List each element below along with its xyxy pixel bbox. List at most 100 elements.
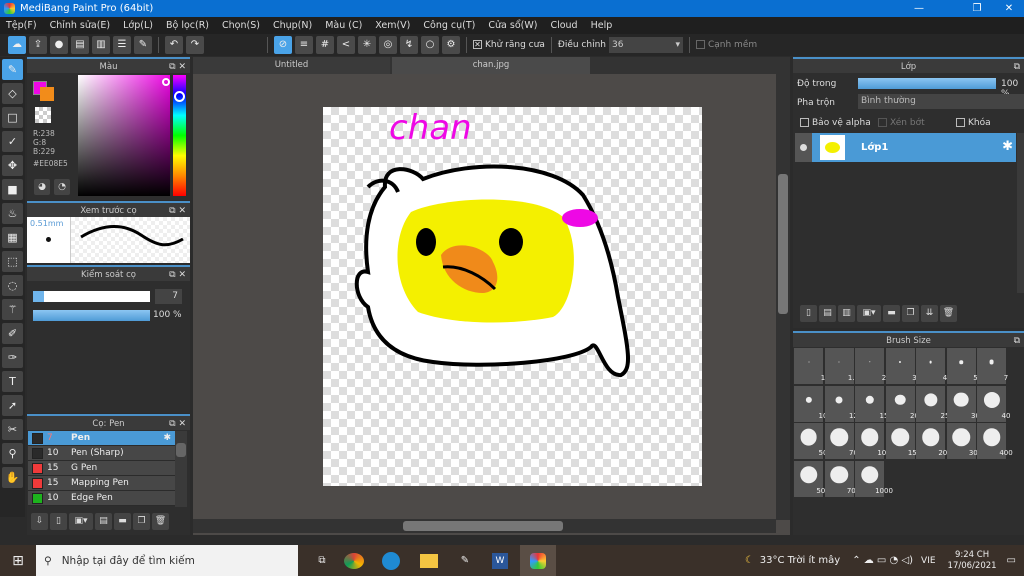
brush-size-option[interactable]: 50 [794,423,827,459]
operation-tool-icon[interactable]: ➚ [2,395,23,416]
brush-size-option[interactable]: 300 [946,423,982,459]
brush-list-scrollbar[interactable] [175,431,187,507]
minimize-button[interactable]: — [904,0,934,17]
vertical-scrollbar[interactable] [776,74,790,520]
menu-tools[interactable]: Công cụ(T) [423,20,475,31]
brush-item[interactable]: 7 Pen ✱ [28,431,175,446]
menu-view[interactable]: Xem(V) [375,20,410,31]
duplicate-icon[interactable]: ❐ [133,513,150,530]
brush-item[interactable]: 10 Edge Pen [28,491,175,506]
gear-icon[interactable]: ✱ [1002,139,1013,154]
menu-edit[interactable]: Chỉnh sửa(E) [50,20,111,31]
list-icon[interactable]: ☰ [113,36,131,54]
brush-size-option[interactable]: 200 [916,423,952,459]
brush-size-value[interactable]: 7 [155,289,182,304]
brush-size-option[interactable]: 12 [824,385,858,422]
close-button[interactable]: ✕ [994,0,1024,17]
maximize-button[interactable]: ❐ [962,0,992,17]
menu-snap[interactable]: Chụp(N) [273,20,312,31]
protect-alpha-checkbox[interactable]: Bảo vệ alpha [800,118,871,128]
move-tool-icon[interactable]: ✥ [2,155,23,176]
brush-size-option[interactable]: 25 [916,385,949,422]
word-icon[interactable]: W [492,552,508,569]
antialias-checkbox[interactable]: ✕ Khử răng cưa [473,40,545,50]
file-explorer-icon[interactable] [420,553,438,568]
eyedropper-icon[interactable]: ⚲ [2,443,23,464]
language-indicator[interactable]: VIE [921,556,936,566]
brush-tool-icon[interactable]: ✎ [2,59,23,80]
redo-icon[interactable]: ↷ [186,36,204,54]
brush-size-option[interactable]: 4 [916,348,947,384]
brush-size-option[interactable]: 30 [946,385,980,422]
dot-tool-icon[interactable]: □ [2,107,23,128]
clipping-checkbox[interactable]: Xén bớt [878,118,925,128]
brush-opacity-slider[interactable] [33,310,150,321]
brush-size-option[interactable]: 70 [824,423,858,459]
brush-size-option[interactable]: 1 [794,348,825,384]
new-1bit-layer-icon[interactable]: ▥ [838,305,855,322]
menu-layer[interactable]: Lớp(L) [123,20,153,31]
brush-size-option[interactable]: 500 [794,460,830,497]
rect-select-icon[interactable]: ⬚ [2,251,23,272]
brush-size-option[interactable]: 2 [855,348,886,384]
select-pen-tool-icon[interactable]: ✐ [2,323,23,344]
saturation-value-picker[interactable] [78,75,170,196]
tab-untitled[interactable]: Untitled [193,57,390,74]
transparent-color-swatch[interactable] [35,107,51,123]
menu-file[interactable]: Tệp(F) [6,20,37,31]
brush-size-option[interactable]: 10 [794,385,827,422]
select-eraser-icon[interactable]: ✑ [2,347,23,368]
brush-item[interactable]: 15 Mapping Pen [28,476,175,491]
task-view-icon[interactable]: ⧉ [308,555,336,566]
gear-icon[interactable]: ✱ [163,433,171,443]
curve-snap-icon[interactable]: ↯ [400,36,418,54]
add-layer-menu-icon[interactable]: ▣▾ [857,305,881,322]
brush-size-option[interactable]: 15 [855,385,888,422]
brush-size-option[interactable]: 1.5 [824,348,859,384]
concentric-snap-icon[interactable]: ◎ [379,36,397,54]
menu-help[interactable]: Help [591,20,613,31]
duplicate-layer-icon[interactable]: ❐ [902,305,919,322]
eraser-tool-icon[interactable]: ◇ [2,83,23,104]
trash-icon[interactable]: 🗑 [940,305,957,322]
note-icon[interactable]: ▤ [71,36,89,54]
circle-snap-icon[interactable]: ○ [421,36,439,54]
trash-icon[interactable]: 🗑 [152,513,169,530]
parallel-snap-icon[interactable]: ≡ [295,36,313,54]
windows-start-icon[interactable]: ⊞ [0,553,36,569]
weather-text[interactable]: 33°C Trời ít mây [760,555,840,566]
folder-icon[interactable]: ▬ [883,305,900,322]
brush-item[interactable]: 10 Pen (Sharp) [28,446,175,461]
brush-size-option[interactable]: 400 [977,423,1013,459]
fill-rect-icon[interactable]: ■ [2,179,23,200]
hand-tool-icon[interactable]: ✋ [2,467,23,488]
brush-item[interactable]: 15 G Pen [28,461,175,476]
brush-size-option[interactable]: 40 [977,385,1010,422]
brush-size-option[interactable]: 100 [855,423,891,459]
menu-select[interactable]: Chọn(S) [222,20,260,31]
brush-size-option[interactable]: 7 [977,348,1008,384]
divide-tool-icon[interactable]: ✂ [2,419,23,440]
undo-icon[interactable]: ↶ [165,36,183,54]
share-icon[interactable]: ⇪ [29,36,47,54]
folder-icon[interactable]: ▬ [114,513,131,530]
taskbar-search-box[interactable]: ⚲ Nhập tại đây để tìm kiếm [36,545,298,576]
lock-checkbox[interactable]: Khóa [956,118,991,128]
comment-icon[interactable]: ● [50,36,68,54]
menu-filter[interactable]: Bộ lọc(R) [166,20,209,31]
brush-size-option[interactable]: 150 [885,423,921,459]
document-icon[interactable]: ▥ [92,36,110,54]
new-brush-icon[interactable]: ▯ [50,513,67,530]
merge-layer-icon[interactable]: ⇊ [921,305,938,322]
add-brush-icon[interactable]: ▣▾ [69,513,93,530]
tab-chan-jpg[interactable]: chan.jpg [392,57,590,74]
menu-color[interactable]: Màu (C) [325,20,362,31]
grid-snap-icon[interactable]: # [316,36,334,54]
layer-opacity-slider[interactable] [858,78,996,89]
brush-size-option[interactable]: 20 [885,385,919,422]
menu-cloud[interactable]: Cloud [550,20,577,31]
snap-off-icon[interactable]: ⊘ [274,36,292,54]
perspective-snap-icon[interactable]: < [337,36,355,54]
drawing-canvas[interactable]: chan [323,107,702,486]
horizontal-scrollbar[interactable] [193,519,776,533]
